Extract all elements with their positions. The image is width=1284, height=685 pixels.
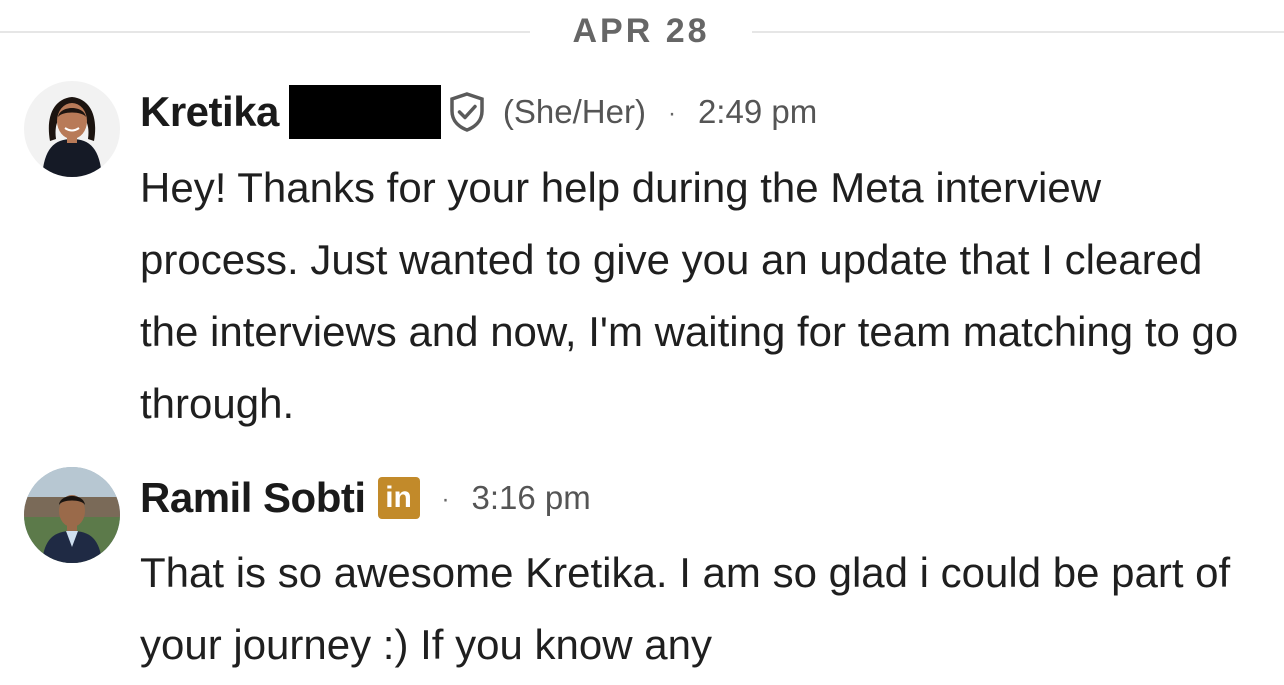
avatar[interactable] [24,467,120,563]
date-divider: APR 28 [0,0,1284,64]
avatar[interactable] [24,81,120,177]
divider-line-left [0,31,530,33]
date-label: APR 28 [572,12,710,50]
separator-dot: · [667,100,676,127]
divider-line-right [752,31,1284,33]
timestamp: 2:49 pm [697,93,818,130]
separator-dot: · [441,486,450,513]
linkedin-badge-icon: in [377,477,420,519]
message-header: Kretika (She/Her) · 2:49 pm [140,85,818,139]
sender-name[interactable]: Kretika [140,88,279,136]
timestamp: 3:16 pm [471,479,591,516]
message-text: That is so awesome Kretika. I am so glad… [140,549,1231,668]
sender-name[interactable]: Ramil Sobti [140,474,366,522]
message-text: Hey! Thanks for your help during the Met… [140,164,1239,427]
redaction-bar [288,85,441,139]
verified-shield-icon [445,90,489,134]
pronouns: (She/Her) [502,93,646,130]
message-header: Ramil Sobti in · 3:16 pm [140,472,591,524]
